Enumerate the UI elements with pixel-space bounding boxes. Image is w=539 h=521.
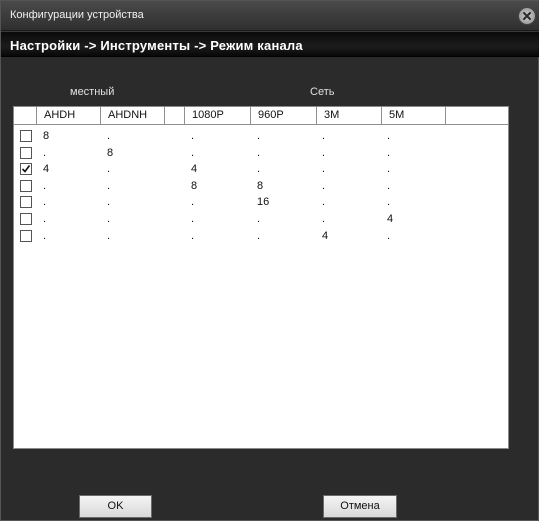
channel-mode-dialog: Конфигурации устройства Настройки -> Инс…	[0, 0, 539, 521]
row-checkbox[interactable]	[20, 163, 32, 176]
cell-3m: .	[322, 146, 326, 159]
table-row[interactable]: ..... 4	[14, 211, 508, 227]
cell-ahdh: .	[43, 179, 47, 192]
cell-960p: 8	[257, 179, 264, 192]
cell-ahdh: .	[43, 229, 47, 242]
row-checkbox[interactable]	[20, 130, 32, 142]
header-blank	[165, 107, 185, 124]
row-checkbox[interactable]	[20, 229, 32, 242]
check-icon	[21, 165, 31, 173]
cell-ahdnh: .	[107, 229, 111, 242]
cell-3m: .	[322, 213, 326, 225]
cell-3m: 4	[322, 229, 329, 242]
cell-960p: .	[257, 146, 261, 159]
cell-ahdh: .	[43, 213, 47, 225]
header-960p[interactable]: 960P	[251, 107, 317, 124]
cell-5m: .	[387, 229, 391, 242]
cell-3m: .	[322, 196, 326, 209]
row-checkbox[interactable]	[20, 146, 32, 159]
group-label-network: Сеть	[310, 86, 335, 98]
cell-1080p: .	[191, 146, 195, 159]
cell-3m: .	[322, 179, 326, 192]
cell-5m: .	[387, 163, 391, 176]
cell-1080p: .	[191, 213, 195, 225]
cell-ahdnh: .	[107, 130, 111, 142]
cell-1080p: 4	[191, 163, 198, 176]
cell-5m: .	[387, 196, 391, 209]
row-checkbox[interactable]	[20, 196, 32, 209]
cell-3m: .	[322, 163, 326, 176]
cell-ahdnh: .	[107, 179, 111, 192]
cell-ahdnh: 8	[107, 146, 114, 159]
cell-960p: .	[257, 229, 261, 242]
ok-button[interactable]: OK	[79, 495, 152, 518]
title-bar[interactable]: Конфигурации устройства	[1, 1, 539, 31]
close-icon	[523, 12, 531, 20]
header-3m[interactable]: 3M	[317, 107, 382, 124]
cell-ahdh: 8	[43, 130, 50, 142]
row-checkbox[interactable]	[20, 213, 32, 225]
table-row[interactable]: .... 4.	[14, 228, 508, 244]
window-title: Конфигурации устройства	[10, 9, 144, 21]
header-1080p[interactable]: 1080P	[185, 107, 251, 124]
cell-1080p: .	[191, 229, 195, 242]
breadcrumb-bar: Настройки -> Инструменты -> Режим канала	[1, 31, 539, 57]
cancel-button[interactable]: Отмена	[323, 495, 397, 518]
cell-3m: .	[322, 130, 326, 142]
channel-mode-table: AHDH AHDNH 1080P 960P 3M 5M 8......8....…	[13, 106, 509, 449]
header-5m[interactable]: 5M	[382, 107, 446, 124]
cell-ahdnh: .	[107, 213, 111, 225]
cell-960p: .	[257, 213, 261, 225]
cell-ahdh: 4	[43, 163, 50, 176]
cell-1080p: .	[191, 196, 195, 209]
row-checkbox[interactable]	[20, 179, 32, 192]
cell-1080p: 8	[191, 179, 198, 192]
header-ahdh[interactable]: AHDH	[37, 107, 101, 124]
group-label-local: местный	[70, 86, 115, 98]
breadcrumb: Настройки -> Инструменты -> Режим канала	[10, 38, 303, 53]
table-row[interactable]: 8.....	[14, 128, 508, 144]
cell-5m: .	[387, 146, 391, 159]
header-checkbox-column	[14, 107, 37, 124]
cell-5m: 4	[387, 213, 394, 225]
header-ahdnh[interactable]: AHDNH	[101, 107, 165, 124]
table-row[interactable]: .. 8 8..	[14, 178, 508, 194]
cell-960p: .	[257, 130, 261, 142]
cell-960p: 16	[257, 196, 270, 209]
cell-ahdnh: .	[107, 163, 111, 176]
table-row[interactable]: ... 16..	[14, 194, 508, 210]
table-row[interactable]: . 8....	[14, 145, 508, 161]
table-row[interactable]: 4. 4...	[14, 161, 508, 177]
close-button[interactable]	[518, 7, 536, 25]
cell-ahdnh: .	[107, 196, 111, 209]
cell-5m: .	[387, 179, 391, 192]
cell-960p: .	[257, 163, 261, 176]
cell-1080p: .	[191, 130, 195, 142]
cell-ahdh: .	[43, 196, 47, 209]
cell-ahdh: .	[43, 146, 47, 159]
cell-5m: .	[387, 130, 391, 142]
table-header: AHDH AHDNH 1080P 960P 3M 5M	[14, 107, 508, 125]
